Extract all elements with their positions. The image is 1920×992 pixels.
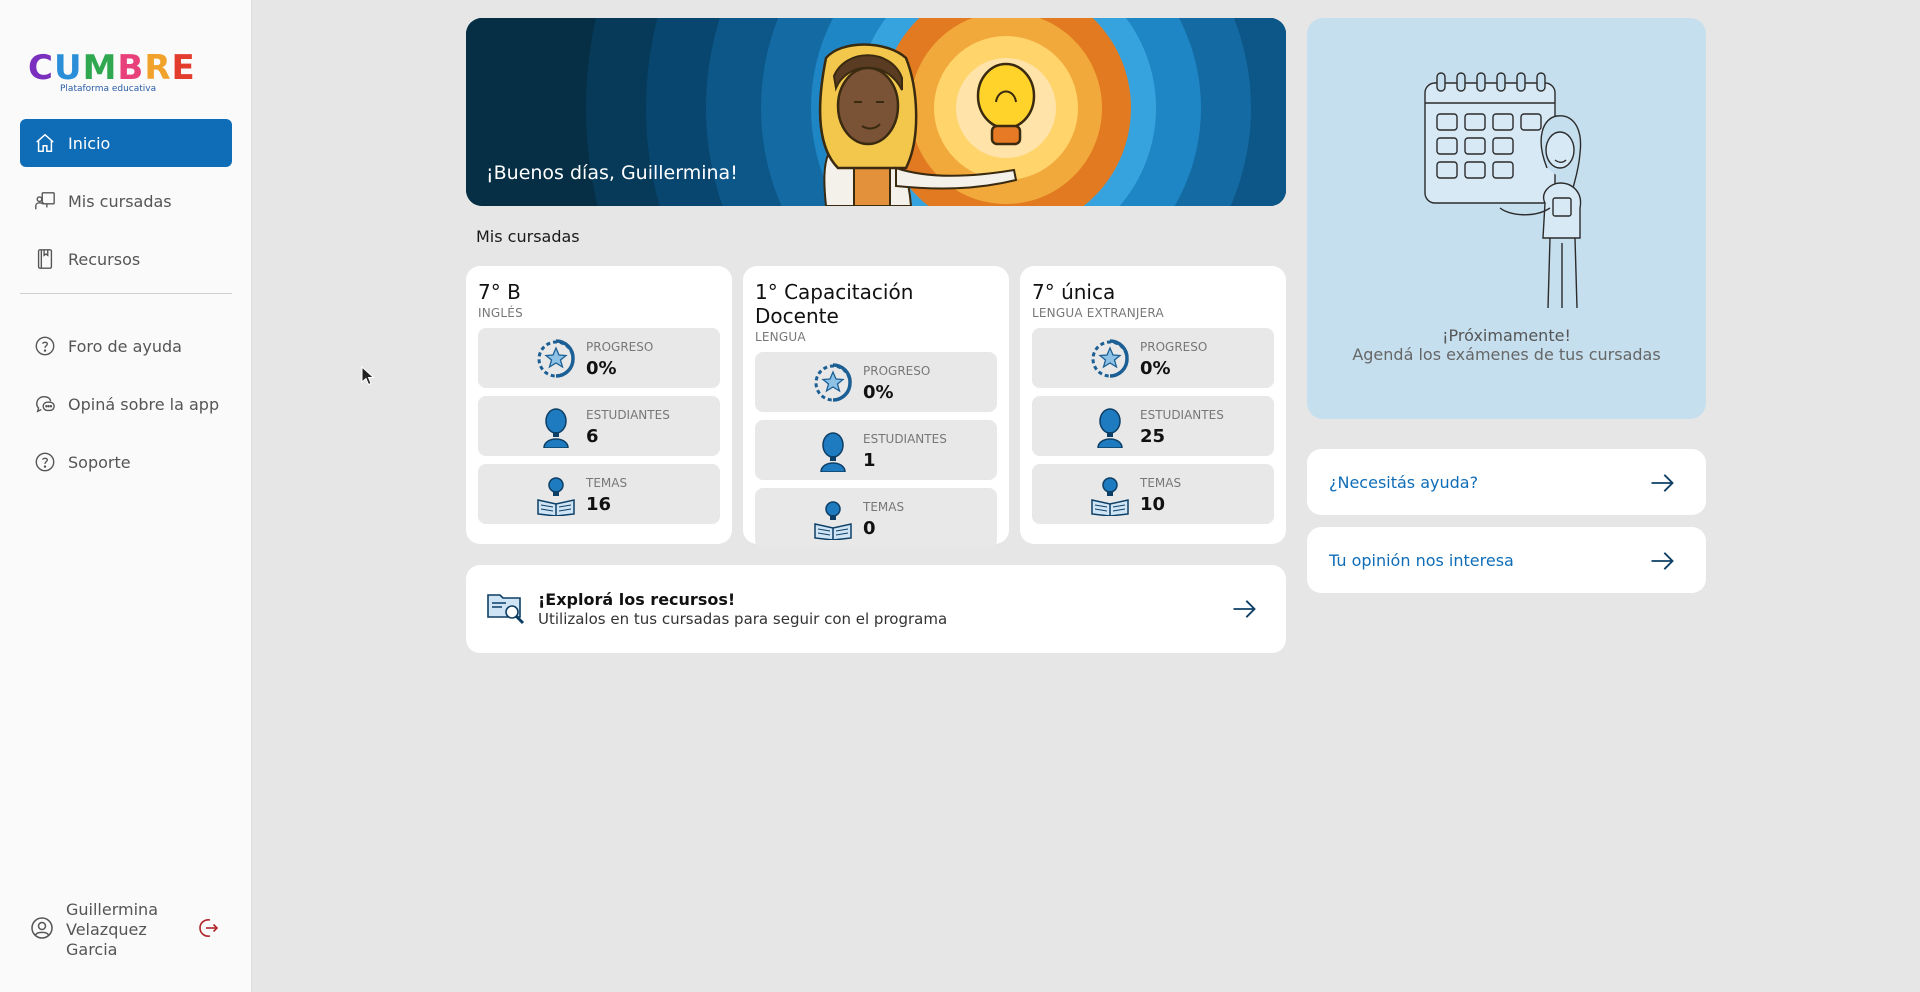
stat-value: 0% — [1140, 358, 1171, 379]
stat-label: PROGRESO — [1140, 340, 1208, 354]
course-card[interactable]: 1° Capacitación Docente LENGUA PROGRESO … — [743, 266, 1009, 548]
stat-value: 6 — [586, 426, 599, 447]
feedback-link-label: Tu opinión nos interesa — [1329, 551, 1514, 570]
logo-letter: C — [28, 48, 54, 88]
stat-label: TEMAS — [1140, 476, 1182, 490]
stat-value: 0% — [586, 358, 617, 379]
book-icon — [34, 248, 56, 270]
help-circle-icon — [34, 451, 56, 473]
stat-value: 10 — [1140, 494, 1166, 515]
stat-label: ESTUDIANTES — [586, 408, 670, 422]
sidebar-item-label: Opiná sobre la app — [68, 394, 220, 414]
course-card[interactable]: 7° B INGLÉS PROGRESO 0% ESTUDIANTES 6 TE… — [466, 266, 732, 544]
section-title-mis-cursadas: Mis cursadas — [476, 227, 580, 246]
logout-icon[interactable] — [196, 916, 220, 944]
stat-label: ESTUDIANTES — [863, 432, 947, 446]
stat-progress: PROGRESO 0% — [1032, 328, 1274, 388]
course-title: 7° única — [1032, 280, 1116, 304]
sidebar-divider — [20, 293, 232, 294]
stat-value: 25 — [1140, 426, 1166, 447]
help-circle-icon — [34, 335, 56, 357]
stat-students: ESTUDIANTES 25 — [1032, 396, 1274, 456]
progress-star-icon — [1091, 339, 1129, 378]
sidebar-item-foro-de-ayuda[interactable]: Foro de ayuda — [20, 322, 232, 370]
stat-label: PROGRESO — [586, 340, 654, 354]
open-book-bulb-icon — [814, 501, 852, 540]
explore-subtitle: Utilizalos en tus cursadas para seguir c… — [538, 610, 948, 628]
sidebar-item-inicio[interactable]: Inicio — [20, 119, 232, 167]
arrow-right-icon[interactable] — [1230, 595, 1258, 627]
explore-resources-card[interactable]: ¡Explorá los recursos! Utilizalos en tus… — [466, 565, 1286, 653]
mouse-cursor-icon — [361, 366, 375, 386]
user-profile[interactable]: Guillermina Velazquez Garcia — [30, 900, 230, 960]
home-icon — [34, 132, 56, 154]
open-book-bulb-icon — [537, 477, 575, 516]
logo-letter: E — [171, 48, 196, 88]
stat-students: ESTUDIANTES 6 — [478, 396, 720, 456]
stat-value: 1 — [863, 450, 876, 471]
logo-letter: R — [144, 48, 172, 88]
stat-students: ESTUDIANTES 1 — [755, 420, 997, 480]
logo-wordmark: CUMBRE — [28, 48, 195, 88]
upcoming-subtitle: Agendá los exámenes de tus cursadas — [1352, 345, 1661, 364]
stat-label: PROGRESO — [863, 364, 931, 378]
welcome-banner: ¡Buenos días, Guillermina! — [466, 18, 1286, 206]
feedback-link-card[interactable]: Tu opinión nos interesa — [1307, 527, 1706, 593]
sidebar-item-recursos[interactable]: Recursos — [20, 235, 232, 283]
stat-label: TEMAS — [586, 476, 628, 490]
stat-value: 16 — [586, 494, 612, 515]
stat-progress: PROGRESO 0% — [755, 352, 997, 412]
upcoming-title: ¡Próximamente! — [1442, 326, 1571, 345]
progress-star-icon — [537, 339, 575, 378]
sidebar: CUMBRE Plataforma educativa Inicio Mis c… — [0, 0, 252, 992]
sidebar-item-opina-sobre-la-app[interactable]: Opiná sobre la app — [20, 380, 232, 428]
stat-label: TEMAS — [863, 500, 905, 514]
sidebar-item-label: Recursos — [68, 249, 141, 269]
stat-topics: TEMAS 16 — [478, 464, 720, 524]
help-link-label: ¿Necesitás ayuda? — [1329, 473, 1479, 492]
arrow-right-icon — [1648, 469, 1676, 501]
stat-topics: TEMAS 10 — [1032, 464, 1274, 524]
stat-value: 0% — [863, 382, 894, 403]
progress-star-icon — [814, 363, 852, 402]
course-title: 1° Capacitación Docente — [755, 280, 914, 328]
student-icon — [543, 408, 569, 448]
course-card[interactable]: 7° única LENGUA EXTRANJERA PROGRESO 0% E… — [1020, 266, 1286, 544]
user-name: Guillermina Velazquez Garcia — [66, 900, 158, 959]
teacher-icon — [34, 190, 56, 212]
course-title: 7° B — [478, 280, 521, 304]
course-subject: LENGUA EXTRANJERA — [1032, 306, 1164, 320]
stat-topics: TEMAS 0 — [755, 488, 997, 548]
logo-letter: B — [117, 48, 145, 88]
sidebar-item-label: Inicio — [68, 133, 111, 153]
app-logo[interactable]: CUMBRE Plataforma educativa — [28, 48, 195, 100]
course-subject: INGLÉS — [478, 306, 523, 320]
logo-letter: U — [53, 48, 83, 88]
logo-letter: M — [82, 48, 118, 88]
upcoming-exams-card: ¡Próximamente! Agendá los exámenes de tu… — [1307, 18, 1706, 419]
sidebar-nav: Inicio Mis cursadas Recursos Foro de ayu… — [20, 119, 232, 496]
open-book-bulb-icon — [1091, 477, 1129, 516]
stat-value: 0 — [863, 518, 876, 539]
student-icon — [1097, 408, 1123, 448]
course-subject: LENGUA — [755, 330, 806, 344]
sidebar-item-label: Soporte — [68, 452, 131, 472]
sidebar-item-soporte[interactable]: Soporte — [20, 438, 232, 486]
calendar-illustration-icon — [1424, 72, 1582, 309]
sidebar-item-label: Mis cursadas — [68, 191, 172, 211]
student-icon — [820, 432, 846, 472]
greeting-text: ¡Buenos días, Guillermina! — [486, 162, 738, 184]
help-link-card[interactable]: ¿Necesitás ayuda? — [1307, 449, 1706, 515]
chat-bubbles-icon — [34, 393, 56, 415]
stat-label: ESTUDIANTES — [1140, 408, 1224, 422]
sidebar-item-mis-cursadas[interactable]: Mis cursadas — [20, 177, 232, 225]
stat-progress: PROGRESO 0% — [478, 328, 720, 388]
sidebar-item-label: Foro de ayuda — [68, 336, 182, 356]
arrow-right-icon — [1648, 547, 1676, 579]
explore-title: ¡Explorá los recursos! — [538, 590, 736, 609]
user-circle-icon — [30, 916, 54, 944]
folder-search-icon — [486, 587, 526, 631]
